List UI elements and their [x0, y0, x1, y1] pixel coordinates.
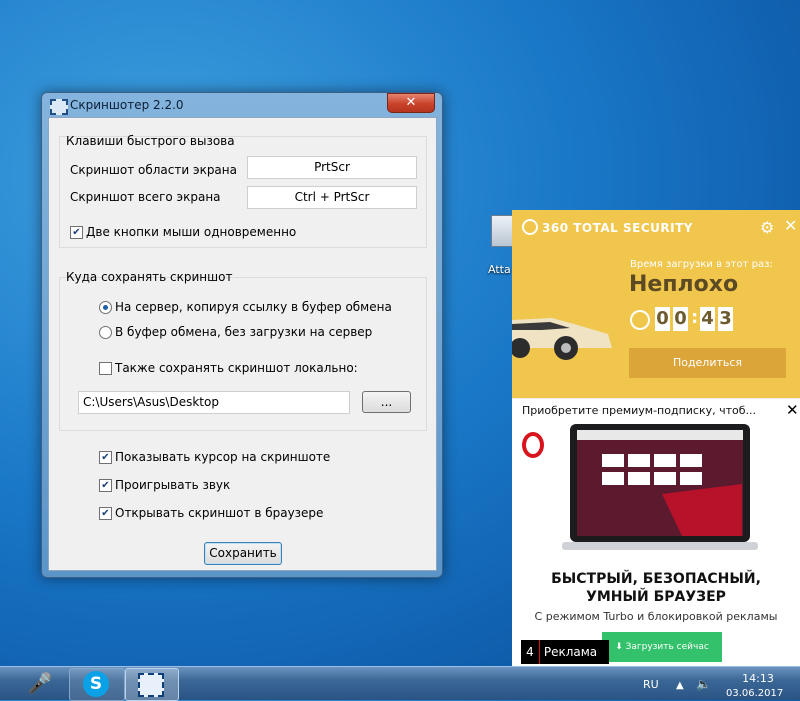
timer-digit: 0 — [655, 307, 670, 331]
save-location-group-label: Куда сохранять скриншот — [66, 270, 233, 284]
ad-counter: 4 — [521, 640, 540, 664]
gear-icon[interactable]: ⚙ — [760, 218, 774, 237]
timer-digit: 3 — [718, 307, 733, 331]
clock-time[interactable]: 14:13 — [736, 672, 780, 685]
show-cursor-label: Показывать курсор на скриншоте — [115, 450, 331, 464]
save-to-server-label: На сервер, копируя ссылку в буфер обмена — [115, 300, 392, 314]
open-in-browser-label: Открывать скриншот в браузере — [115, 506, 324, 520]
microphone-icon[interactable]: 🎤 — [26, 671, 54, 699]
desktop-shortcut-label: Atta — [488, 263, 511, 276]
mouse-buttons-checkbox[interactable]: ✔ — [70, 226, 83, 239]
save-locally-label: Также сохранять скриншот локально: — [115, 361, 358, 375]
close-icon[interactable]: ✕ — [784, 216, 797, 235]
open-in-browser-checkbox[interactable]: ✔ — [99, 507, 112, 520]
skype-icon: S — [83, 671, 109, 697]
close-icon[interactable]: ✕ — [786, 401, 799, 419]
screenshoter-window: Скриншотер 2.2.0 ✕ Клавиши быстрого вызо… — [41, 92, 443, 578]
full-hotkey-field[interactable]: Ctrl + PrtScr — [247, 186, 417, 209]
play-sound-label: Проигрывать звук — [115, 478, 231, 492]
car-illustration — [512, 318, 612, 360]
ad-subtext: С режимом Turbo и блокировкой рекламы — [534, 610, 778, 623]
language-indicator[interactable]: RU — [643, 678, 659, 691]
play-sound-checkbox[interactable]: ✔ — [99, 479, 112, 492]
browse-button[interactable]: ... — [362, 391, 411, 413]
save-path-input[interactable]: C:\Users\Asus\Desktop — [78, 391, 350, 414]
ad-label: Реклама — [543, 645, 598, 659]
ad-panel: 360 TOTAL SECURITY ⚙ ✕ Время загрузки в … — [512, 210, 800, 669]
area-hotkey-label: Скриншот области экрана — [70, 163, 237, 177]
360-logo-icon — [522, 219, 538, 235]
clock-date[interactable]: 03.06.2017 — [726, 688, 783, 699]
volume-icon[interactable]: 🔈 — [696, 677, 711, 691]
save-locally-checkbox[interactable] — [99, 362, 112, 375]
save-button[interactable]: Сохранить — [204, 542, 282, 565]
security-notification: 360 TOTAL SECURITY ⚙ ✕ Время загрузки в … — [512, 210, 800, 398]
screenshoter-icon — [138, 673, 164, 697]
window-title: Скриншотер 2.2.0 — [70, 98, 184, 112]
timer-digit: 4 — [700, 307, 715, 331]
action-center-icon[interactable]: ▲ — [676, 680, 684, 691]
brand-name: 360 TOTAL SECURITY — [542, 221, 693, 235]
window-client-area: Клавиши быстрого вызова Скриншот области… — [48, 117, 437, 571]
load-rating: Неплохо — [629, 272, 739, 297]
ad-counter-badge: 4 Реклама — [521, 640, 609, 664]
save-to-clipboard-radio[interactable] — [99, 326, 112, 339]
share-button[interactable]: Поделиться — [629, 348, 786, 378]
taskbar-screenshoter-button[interactable] — [125, 668, 179, 701]
laptop-image — [562, 424, 758, 550]
show-cursor-checkbox[interactable]: ✔ — [99, 451, 112, 464]
timer-colon: : — [691, 307, 699, 328]
ad-headline-line1: БЫСТРЫЙ, БЕЗОПАСНЫЙ, — [551, 571, 761, 587]
taskbar: 🎤 S RU ▲ 🔈 14:13 03.06.2017 — [0, 666, 800, 701]
save-to-server-radio[interactable] — [99, 301, 112, 314]
premium-bar-text[interactable]: Приобретите премиум-подписку, чтоб... — [522, 404, 756, 417]
timer-digit: 0 — [673, 307, 688, 331]
save-to-clipboard-label: В буфер обмена, без загрузки на сервер — [115, 325, 373, 339]
app-icon — [50, 99, 68, 115]
ad-headline-line2: УМНЫЙ БРАУЗЕР — [586, 589, 726, 605]
hotkeys-group-label: Клавиши быстрого вызова — [66, 134, 235, 148]
mouse-buttons-label: Две кнопки мыши одновременно — [86, 225, 297, 239]
download-button[interactable]: ⬇ Загрузить сейчас — [602, 632, 722, 662]
load-time-label: Время загрузки в этот раз: — [630, 259, 773, 270]
premium-bar: Приобретите премиум-подписку, чтоб... ✕ — [512, 398, 800, 423]
stopwatch-icon — [630, 310, 650, 330]
taskbar-skype-button[interactable]: S — [69, 668, 125, 701]
area-hotkey-field[interactable]: PrtScr — [247, 156, 417, 179]
full-hotkey-label: Скриншот всего экрана — [70, 190, 221, 204]
opera-logo-icon — [522, 432, 544, 458]
close-button[interactable]: ✕ — [387, 93, 435, 113]
